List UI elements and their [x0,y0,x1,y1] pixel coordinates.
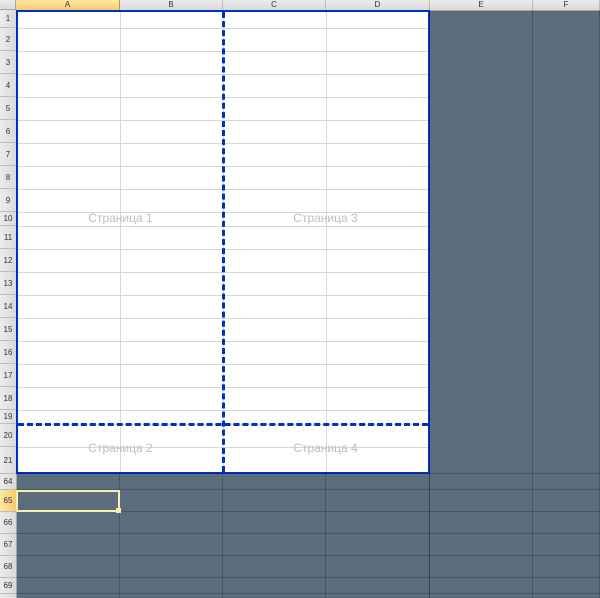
column-header-A[interactable]: A [16,0,120,10]
row-header-68[interactable]: 68 [0,556,16,578]
row-headers: 1234567891011121314151617181920216465666… [0,10,17,598]
row-header-16[interactable]: 16 [0,341,16,364]
row-header-12[interactable]: 12 [0,249,16,272]
column-header-D[interactable]: D [326,0,430,10]
row-header-8[interactable]: 8 [0,166,16,189]
row-header-19[interactable]: 19 [0,410,16,424]
horizontal-page-break[interactable] [18,423,428,426]
row-header-13[interactable]: 13 [0,272,16,295]
row-header-6[interactable]: 6 [0,120,16,143]
row-header-1[interactable]: 1 [0,10,16,28]
spreadsheet-page-break-preview: ABCDEF 123456789101112131415161718192021… [0,0,600,598]
row-header-9[interactable]: 9 [0,189,16,212]
row-header-64[interactable]: 64 [0,474,16,490]
select-all-corner[interactable] [0,0,16,10]
row-header-65[interactable]: 65 [0,490,16,512]
column-header-B[interactable]: B [120,0,223,10]
row-header-5[interactable]: 5 [0,97,16,120]
row-header-18[interactable]: 18 [0,387,16,410]
row-header-2[interactable]: 2 [0,28,16,51]
row-header-17[interactable]: 17 [0,364,16,387]
row-header-15[interactable]: 15 [0,318,16,341]
column-header-E[interactable]: E [430,0,533,10]
row-header-66[interactable]: 66 [0,512,16,534]
row-header-11[interactable]: 11 [0,226,16,249]
row-header-10[interactable]: 10 [0,212,16,226]
row-header-7[interactable]: 7 [0,143,16,166]
row-header-20[interactable]: 20 [0,424,16,447]
row-header-21[interactable]: 21 [0,447,16,474]
column-header-F[interactable]: F [533,0,600,10]
row-header-14[interactable]: 14 [0,295,16,318]
row-header-3[interactable]: 3 [0,51,16,74]
print-area[interactable]: Страница 1Страница 3Страница 2Страница 4 [16,10,430,474]
row-header-69[interactable]: 69 [0,578,16,594]
active-cell[interactable] [16,490,120,512]
column-header-C[interactable]: C [223,0,326,10]
row-header-4[interactable]: 4 [0,74,16,97]
row-header-67[interactable]: 67 [0,534,16,556]
vertical-page-break[interactable] [222,12,225,472]
